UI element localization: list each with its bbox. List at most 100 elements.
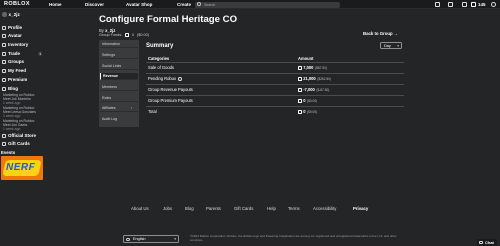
chat-button[interactable]: Chat — [477, 239, 497, 246]
blog-post-2[interactable]: Marketing on Roblox: Meet Leesa Gonzales… — [3, 106, 43, 118]
nav-discover[interactable]: Discover — [85, 2, 104, 7]
amount-usd: ($0.00) — [307, 99, 318, 103]
roblox-logo[interactable]: ROBLOX — [4, 1, 30, 7]
table-row-total: Total 0 ($0.00) — [146, 106, 404, 116]
blog-icon — [2, 86, 6, 91]
profile-icon — [2, 25, 6, 30]
nerf-logo-text: NERF — [6, 162, 36, 173]
menu-item-affiliates[interactable]: Affiliates › — [100, 105, 138, 112]
robux-icon — [298, 110, 302, 114]
configure-group-menu: Information Settings Social Links Revenu… — [99, 40, 139, 127]
nerf-event-banner[interactable]: NERF — [1, 156, 43, 180]
friends-icon[interactable] — [448, 2, 453, 7]
menu-item-revenue[interactable]: Revenue — [100, 73, 138, 80]
sidebar-item-blog[interactable]: Blog — [2, 86, 18, 91]
groups-icon — [2, 59, 6, 64]
sidebar-item-label: Premium — [8, 77, 28, 82]
nav-create[interactable]: Create — [177, 2, 191, 7]
sidebar-username: x_2jz — [8, 12, 20, 17]
page-title: Configure Formal Heritage CO — [99, 14, 238, 25]
robux-icon[interactable] — [471, 2, 476, 7]
period-selected: Day — [384, 44, 391, 48]
amount-usd: ($87.50) — [315, 66, 327, 70]
robux-icon — [298, 88, 302, 92]
robux-balance[interactable]: 145 — [478, 2, 486, 7]
notifications-icon[interactable] — [462, 2, 467, 7]
clock-icon[interactable] — [178, 77, 182, 81]
sidebar-item-label: Groups — [8, 59, 25, 64]
store-icon — [2, 133, 6, 138]
blog-post-3[interactable]: Marketing on Roblox: Meet Jon Gaeta 1 wee… — [3, 119, 43, 131]
sidebar-item-gift-cards[interactable]: Gift Cards — [2, 141, 30, 146]
blog-post-time: 1 week ago — [3, 100, 21, 105]
group-funds: Group Funds: 0 ($0.00) — [99, 33, 149, 37]
footer-link-terms[interactable]: Terms — [288, 206, 300, 211]
settings-gear-icon[interactable] — [491, 2, 496, 7]
left-sidebar: x_2jz Profile Avatar Inventory Trade 1 G… — [0, 9, 46, 246]
row-amount: 0 ($0.00) — [298, 96, 317, 106]
trade-count-badge: 1 — [38, 51, 43, 56]
menu-item-social-links[interactable]: Social Links — [100, 63, 138, 70]
row-label: Group Revenue Payouts — [148, 87, 193, 92]
amount-value: 7,000 — [303, 65, 314, 70]
chevron-down-icon: ▾ — [397, 44, 399, 48]
table-row: Pending Robux 21,000 ($262.50) — [146, 73, 404, 83]
sidebar-item-avatar[interactable]: Avatar — [2, 33, 22, 38]
sidebar-item-premium[interactable]: Premium — [2, 77, 27, 82]
table-row: Group Revenue Payouts -7,000 ($-87.50) — [146, 84, 404, 94]
amount-usd: ($0.00) — [307, 110, 318, 114]
row-label: Group Premium Payouts — [148, 98, 193, 103]
sidebar-user[interactable]: x_2jz — [2, 12, 20, 17]
chat-label: Chat — [485, 240, 494, 245]
row-amount: 7,000 ($87.50) — [298, 63, 327, 73]
copyright-text: ©2023 Roblox Corporation. Roblox, the Ro… — [190, 234, 397, 242]
summary-heading: Summary — [146, 43, 174, 49]
footer-link-gift-cards[interactable]: Gift Cards — [234, 206, 253, 211]
nav-avatar-shop[interactable]: Avatar Shop — [126, 2, 152, 7]
amount-value: -7,000 — [303, 87, 315, 92]
footer-link-jobs[interactable]: Jobs — [163, 206, 172, 211]
funds-value: 0 — [131, 33, 134, 37]
nav-home[interactable]: Home — [49, 2, 62, 7]
events-heading: Events — [1, 150, 16, 155]
sidebar-item-inventory[interactable]: Inventory — [2, 42, 28, 47]
menu-item-information[interactable]: Information — [100, 41, 138, 48]
blog-post-time: 1 week ago — [3, 126, 21, 131]
period-dropdown[interactable]: Day ▾ — [380, 42, 402, 49]
footer-link-privacy[interactable]: Privacy — [353, 206, 368, 211]
footer-link-blog[interactable]: Blog — [185, 206, 194, 211]
search-input[interactable]: Search — [195, 1, 340, 8]
sidebar-item-label: Blog — [8, 86, 18, 91]
robux-icon — [125, 33, 129, 37]
footer-link-parents[interactable]: Parents — [206, 206, 221, 211]
sidebar-item-label: My Feed — [8, 68, 27, 73]
language-selector[interactable]: English ▾ — [123, 235, 179, 243]
amount-value: 0 — [303, 109, 306, 114]
sidebar-item-label: Official Store — [8, 133, 37, 138]
amount-usd: ($262.50) — [317, 77, 331, 81]
avatar — [2, 12, 7, 17]
back-to-group-link[interactable]: Back to Group → — [363, 31, 398, 36]
amount-usd: ($-87.50) — [316, 88, 330, 92]
menu-item-members[interactable]: Members — [100, 84, 138, 91]
sidebar-item-official-store[interactable]: Official Store — [2, 133, 36, 138]
footer-link-about-us[interactable]: About Us — [131, 206, 149, 211]
sidebar-item-my-feed[interactable]: My Feed — [2, 68, 26, 73]
menu-item-roles[interactable]: Roles — [100, 95, 138, 102]
sidebar-item-groups[interactable]: Groups — [2, 59, 24, 64]
sidebar-item-profile[interactable]: Profile — [2, 25, 22, 30]
menu-item-settings[interactable]: Settings — [100, 52, 138, 59]
chat-icon — [479, 240, 483, 244]
row-amount: 0 ($0.00) — [298, 107, 317, 117]
trade-icon — [2, 51, 6, 56]
funds-label: Group Funds: — [99, 33, 123, 37]
row-label-wrap: Pending Robux — [148, 74, 182, 84]
globe-icon — [126, 237, 130, 242]
blog-post-1[interactable]: Marketing on Roblox: Meet Jok Monteiro 1 … — [3, 93, 43, 105]
footer-link-help[interactable]: Help — [267, 206, 276, 211]
sidebar-item-trade[interactable]: Trade — [2, 51, 20, 56]
footer-link-accessibility[interactable]: Accessibility — [313, 206, 336, 211]
col-categories: Categories — [148, 56, 170, 61]
chat-bubble-icon[interactable] — [435, 2, 440, 7]
menu-item-audit-log[interactable]: Audit Log — [100, 116, 138, 123]
